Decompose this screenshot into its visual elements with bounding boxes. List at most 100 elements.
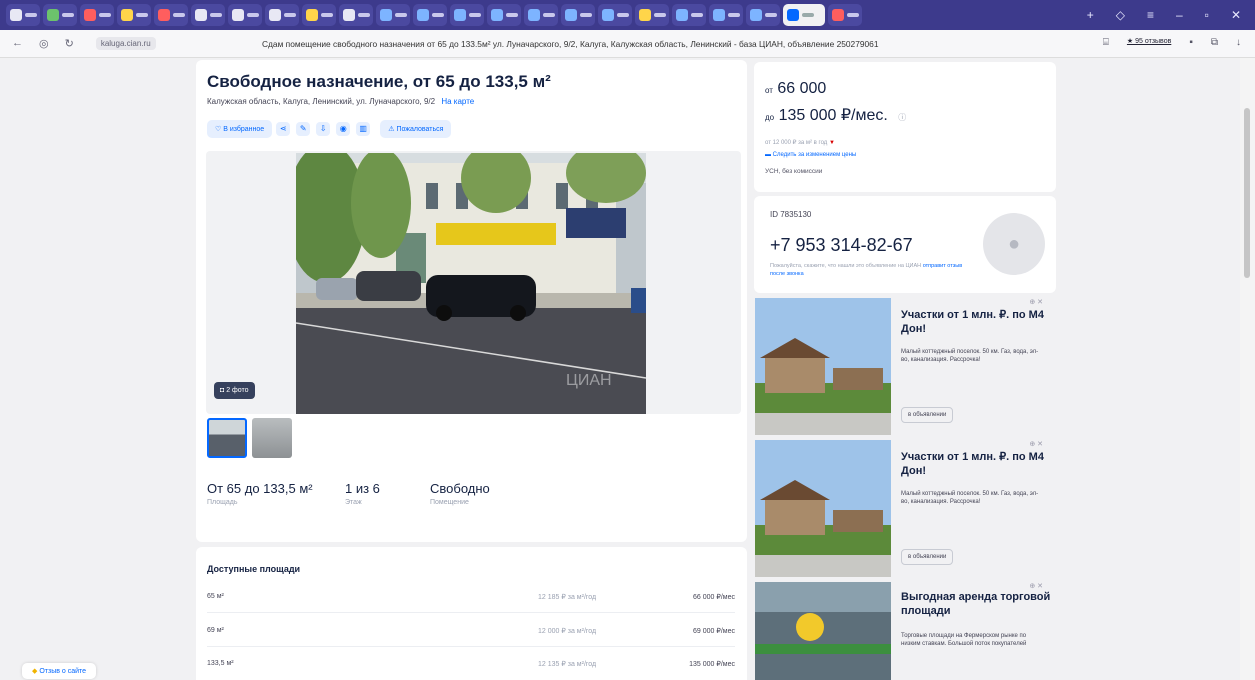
browser-tab[interactable]	[154, 4, 188, 26]
photo-thumbnail[interactable]	[207, 418, 247, 458]
browser-tab[interactable]	[191, 4, 225, 26]
window-controls: + ◇ ≡ – ▫ ✕	[1087, 8, 1255, 22]
share-icon[interactable]: ⋖	[276, 122, 291, 136]
browser-tab[interactable]	[487, 4, 521, 26]
ad-close-icon[interactable]: ⊕ ✕	[1029, 440, 1043, 448]
ad-block[interactable]: ⊕ ✕ Выгодная аренда торговой площади Тор…	[755, 582, 1055, 680]
ad-text: Малый коттеджный поселок. 50 км. Газ, во…	[901, 491, 1039, 506]
contact-phone[interactable]: +7 953 314-82-67	[770, 235, 913, 256]
download-pdf-icon[interactable]: ⇩	[316, 122, 331, 136]
main-photo[interactable]: ЦИАН	[296, 153, 646, 414]
bookmark-icon[interactable]: ▪	[1189, 37, 1193, 48]
price-card: от 66 000 до 135 000 ₽/мес. ⓘ от 12 000 …	[754, 62, 1056, 192]
listing-main-card: Свободное назначение, от 65 до 133,5 м² …	[196, 60, 747, 542]
browser-tab[interactable]	[339, 4, 373, 26]
stat-floor: 1 из 6 Этаж	[345, 481, 380, 506]
map-link[interactable]: На карте	[441, 97, 474, 106]
row-rate: 12 135 ₽ за м²/год	[538, 661, 597, 668]
feedback-button[interactable]: ◆ Отзыв о сайте	[22, 663, 97, 679]
browser-tab-active[interactable]	[783, 4, 825, 26]
browser-tab[interactable]	[228, 4, 262, 26]
price-rate-text: от 12 000 ₽ за м² в год	[765, 140, 828, 146]
hide-icon[interactable]: ▥	[356, 122, 371, 136]
price-from-prefix: от	[765, 86, 773, 95]
price-history-link[interactable]: ▬ Следить за изменением цены	[765, 152, 856, 158]
browser-tab[interactable]	[413, 4, 447, 26]
browser-tab[interactable]	[376, 4, 410, 26]
menu-icon[interactable]: ≡	[1147, 8, 1154, 22]
table-row[interactable]: 69 м² 12 000 ₽ за м²/год 69 000 ₽/мес	[207, 621, 735, 647]
browser-tab[interactable]	[524, 4, 558, 26]
stat-status: Свободно Помещение	[430, 481, 490, 506]
print-icon[interactable]: ◉	[336, 122, 351, 136]
maximize-icon[interactable]: ▫	[1205, 8, 1209, 22]
browser-tab[interactable]	[117, 4, 151, 26]
ad-button[interactable]: в объявлении	[901, 549, 954, 565]
scrollbar-thumb[interactable]	[1244, 108, 1250, 278]
table-row[interactable]: 133,5 м² 12 135 ₽ за м²/год 135 000 ₽/ме…	[207, 654, 735, 680]
browser-tab[interactable]	[561, 4, 595, 26]
ad-image	[755, 298, 891, 435]
browser-tab[interactable]	[265, 4, 299, 26]
close-window-icon[interactable]: ✕	[1231, 8, 1241, 22]
row-area: 69 м²	[207, 627, 224, 634]
url-host[interactable]: kaluga.cian.ru	[95, 37, 156, 50]
bookmarks-icon[interactable]: ◇	[1116, 8, 1125, 22]
ad-close-icon[interactable]: ⊕ ✕	[1029, 298, 1043, 306]
page-title-in-bar[interactable]: Сдам помещение свободного назначения от …	[262, 39, 879, 49]
ad-title: Участки от 1 млн. ₽. по М4 Дон!	[901, 309, 1044, 336]
new-tab-icon[interactable]: +	[1087, 8, 1094, 22]
row-price: 135 000 ₽/мес	[689, 661, 735, 668]
complain-button[interactable]: ⚠ Пожаловаться	[380, 120, 452, 138]
photo-count: 2 фото	[226, 387, 249, 394]
photo-thumbnail[interactable]	[252, 418, 292, 458]
price-terms: УСН, без комиссии	[765, 168, 823, 175]
reviews-link[interactable]: ★ 95 отзывов	[1127, 37, 1171, 48]
row-area: 65 м²	[207, 593, 224, 600]
table-row[interactable]: 65 м² 12 185 ₽ за м²/год 66 000 ₽/мес	[207, 587, 735, 613]
download-icon[interactable]: ↓	[1236, 37, 1241, 48]
photo-count-badge[interactable]: ◘ 2 фото	[214, 382, 255, 399]
ad-text: Торговые площади на Фермерском рынке по …	[901, 633, 1027, 648]
pin-icon[interactable]: ✎	[296, 122, 311, 136]
row-rate: 12 000 ₽ за м²/год	[538, 628, 597, 635]
back-icon[interactable]: ←	[12, 37, 23, 50]
photo-gallery[interactable]: ЦИАН ◘ 2 фото	[206, 151, 741, 414]
price-to-value: 135 000 ₽/мес.	[778, 107, 888, 124]
price-info-icon[interactable]: ⓘ	[898, 113, 906, 122]
ad-block[interactable]: ⊕ ✕ Участки от 1 млн. ₽. по М4 Дон! Малы…	[755, 298, 1055, 435]
extensions-icon[interactable]: ⧉	[1211, 37, 1218, 48]
browser-tab[interactable]	[302, 4, 336, 26]
browser-tab[interactable]	[598, 4, 632, 26]
ad-block[interactable]: ⊕ ✕ Участки от 1 млн. ₽. по М4 Дон! Малы…	[755, 440, 1055, 577]
browser-tab[interactable]	[635, 4, 669, 26]
row-price: 66 000 ₽/мес	[693, 594, 735, 601]
browser-tab[interactable]	[43, 4, 77, 26]
browser-tab[interactable]	[828, 4, 862, 26]
listing-address: Калужская область, Калуга, Ленинский, ул…	[207, 97, 474, 106]
camera-icon: ◘	[220, 387, 225, 394]
browser-tab[interactable]	[80, 4, 114, 26]
page-scrollbar[interactable]	[1240, 58, 1255, 680]
price-from: от 66 000	[765, 80, 826, 98]
browser-tab[interactable]	[6, 4, 40, 26]
stat-status-label: Помещение	[430, 499, 469, 506]
browser-tab[interactable]	[672, 4, 706, 26]
stat-area-label: Площадь	[207, 499, 238, 506]
browser-tab[interactable]	[450, 4, 484, 26]
ad-close-icon[interactable]: ⊕ ✕	[1029, 582, 1043, 590]
photo-watermark: ЦИАН	[566, 372, 612, 389]
browser-tab[interactable]	[709, 4, 743, 26]
browser-tab[interactable]	[746, 4, 780, 26]
stat-area-value: От 65 до 133,5 м²	[207, 481, 313, 496]
listing-title: Свободное назначение, от 65 до 133,5 м²	[207, 72, 551, 91]
price-to-prefix: до	[765, 113, 775, 122]
minimize-icon[interactable]: –	[1176, 8, 1183, 22]
address-text: Калужская область, Калуга, Ленинский, ул…	[207, 97, 436, 106]
ad-title: Участки от 1 млн. ₽. по М4 Дон!	[901, 451, 1044, 478]
translate-icon[interactable]: ⌸	[1103, 37, 1109, 48]
favorite-button[interactable]: ♡ В избранное	[207, 120, 273, 138]
ad-button[interactable]: в объявлении	[901, 407, 954, 423]
reload-icon[interactable]: ↻	[65, 37, 74, 50]
shield-icon[interactable]: ◎	[39, 37, 49, 50]
